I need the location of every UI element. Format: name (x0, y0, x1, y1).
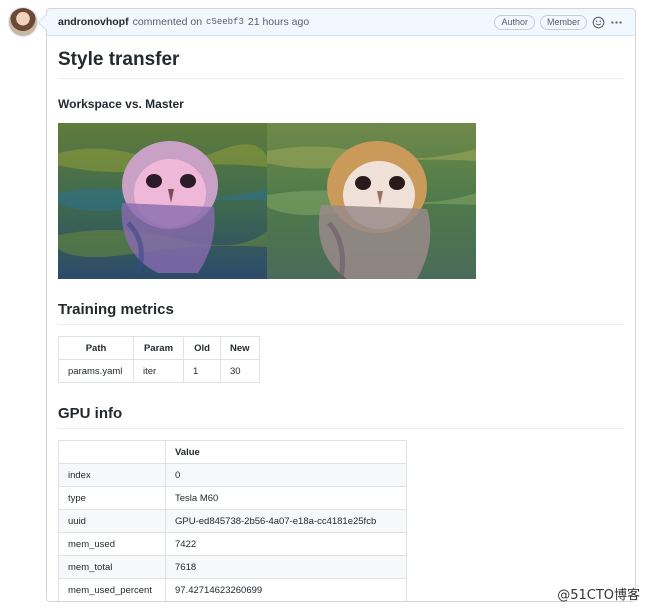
table-cell: 7618 (165, 555, 407, 579)
table-cell: 1 (183, 359, 221, 383)
table-header-row: Path Param Old New (58, 336, 260, 360)
table-cell: mem_total (58, 555, 166, 579)
table-cell: mem_used (58, 532, 166, 556)
table-cell: iter (133, 359, 184, 383)
table-cell: index (58, 463, 166, 487)
comment-card: andronovhopf commented on c5eebf3 21 hou… (46, 8, 636, 602)
column-header: New (220, 336, 260, 360)
table-cell: 30 (220, 359, 260, 383)
table-row: mem_used 7422 (58, 532, 407, 556)
column-header: Path (58, 336, 134, 360)
comparison-heading: Workspace vs. Master (58, 97, 184, 111)
table-header-row: Value (58, 440, 407, 464)
avatar[interactable] (9, 8, 37, 36)
table-cell: mem_used_percent (58, 578, 166, 601)
table-row: index 0 (58, 463, 407, 487)
gpu-table: Value index 0 type Tesla M60 uuid GPU-ed… (58, 440, 407, 601)
table-row: mem_total 7618 (58, 555, 407, 579)
watermark: @51CTO博客 (557, 588, 640, 603)
column-header: Param (133, 336, 184, 360)
header-actions: Author Member (494, 14, 623, 30)
table-cell: type (58, 486, 166, 510)
table-row: type Tesla M60 (58, 486, 407, 510)
table-cell: 0 (165, 463, 407, 487)
comparison-images (58, 123, 476, 279)
column-header (58, 440, 166, 464)
metrics-table: Path Param Old New params.yaml iter 1 30 (58, 336, 260, 383)
table-cell: uuid (58, 509, 166, 533)
comment-time[interactable]: 21 hours ago (248, 16, 309, 28)
comment-body: Style transfer Workspace vs. Master Trai… (47, 49, 635, 601)
master-image (267, 123, 476, 279)
table-cell: 97.42714623260699 (165, 578, 407, 601)
table-cell: Tesla M60 (165, 486, 407, 510)
table-row: params.yaml iter 1 30 (58, 359, 260, 383)
table-cell: params.yaml (58, 359, 134, 383)
comment-header: andronovhopf commented on c5eebf3 21 hou… (47, 9, 635, 36)
kebab-icon[interactable] (610, 16, 623, 29)
gpu-heading: GPU info (58, 405, 624, 429)
comment-action: commented on (132, 16, 203, 28)
comment-author[interactable]: andronovhopf (58, 16, 129, 28)
author-badge: Author (494, 14, 535, 30)
column-header: Value (165, 440, 407, 464)
member-badge: Member (539, 14, 587, 30)
table-row: mem_used_percent 97.42714623260699 (58, 578, 407, 601)
table-cell: GPU-ed845738-2b56-4a07-e18a-cc4181e25fcb (165, 509, 407, 533)
table-cell: 7422 (165, 532, 407, 556)
smiley-icon[interactable] (592, 16, 605, 29)
column-header: Old (183, 336, 221, 360)
commit-sha-link[interactable]: c5eebf3 (206, 17, 244, 27)
table-row: uuid GPU-ed845738-2b56-4a07-e18a-cc4181e… (58, 509, 407, 533)
metrics-heading: Training metrics (58, 301, 624, 325)
workspace-image (58, 123, 267, 279)
page-title: Style transfer (58, 49, 624, 79)
